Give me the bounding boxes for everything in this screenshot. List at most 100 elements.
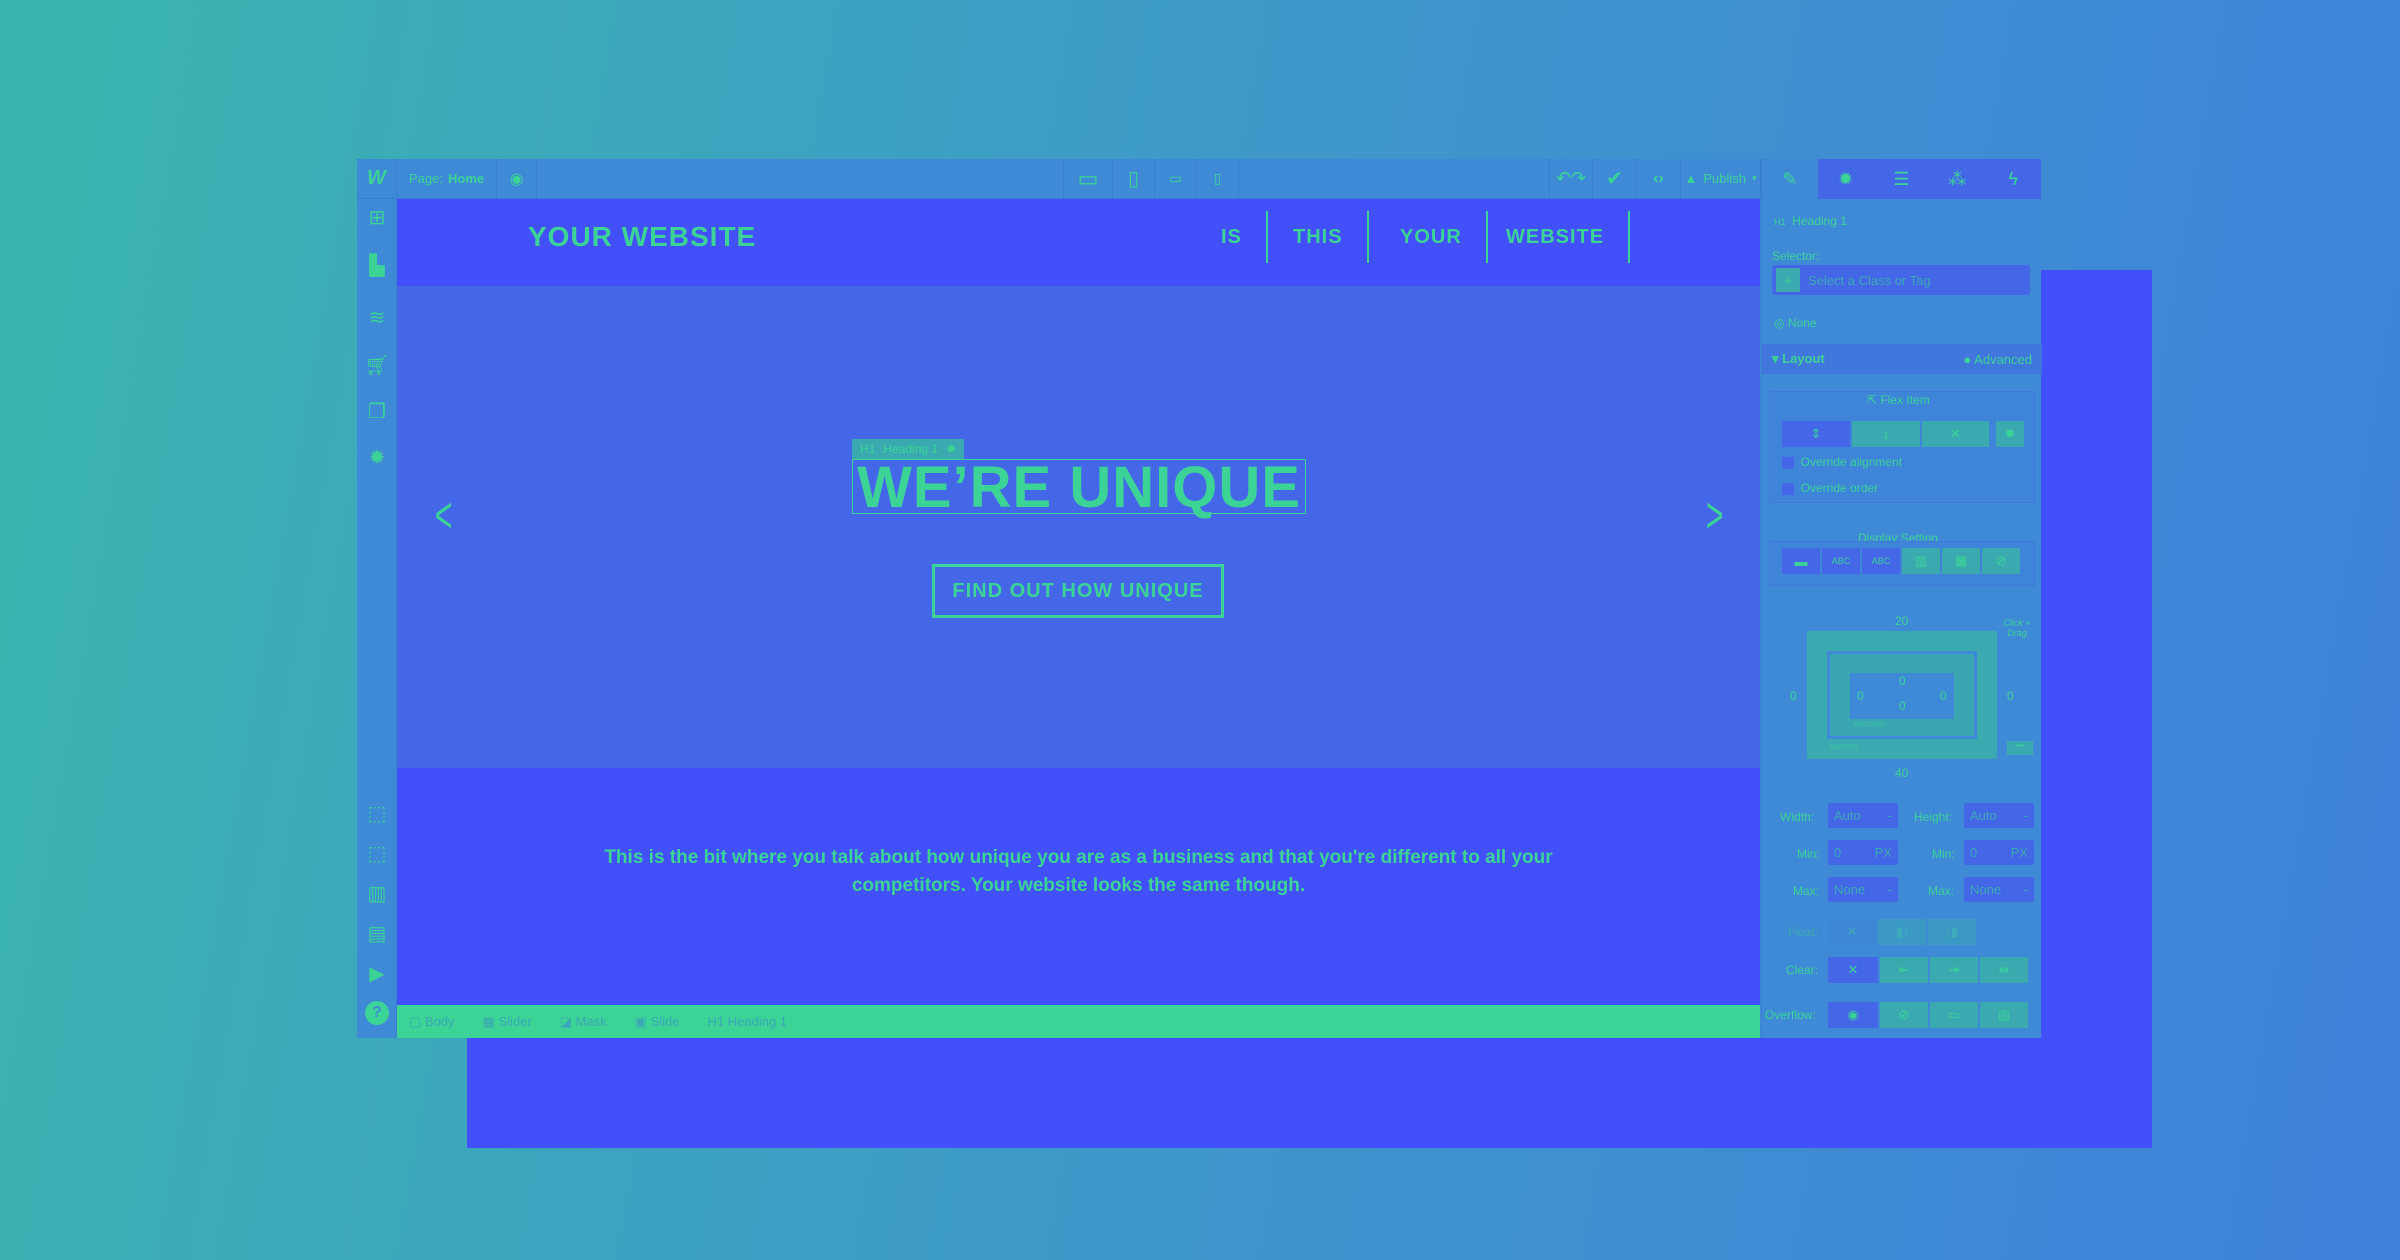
h1-tag: H1 (860, 442, 876, 456)
lightning-icon[interactable]: ϟ (1985, 159, 2041, 199)
override-order[interactable]: Override order (1782, 481, 1878, 495)
display-grid-icon[interactable]: ▦ (1942, 548, 1980, 574)
overflow-auto-icon[interactable]: ▥ (1980, 1002, 2028, 1028)
checkbox[interactable] (1782, 482, 1794, 495)
breadcrumb-mask[interactable]: ◪ Mask (560, 1014, 607, 1030)
min-width-input[interactable]: 0 PX (1828, 840, 1898, 865)
help-icon[interactable]: ? (365, 1001, 389, 1025)
max-width-value: None (1834, 882, 1866, 897)
select-element-icon[interactable]: ⬚ (365, 801, 389, 825)
cta-button[interactable]: FIND OUT HOW UNIQUE (932, 564, 1224, 618)
selector-label: Selector: (1772, 249, 1820, 263)
site-brand[interactable]: YOUR WEBSITE (528, 221, 756, 253)
design-canvas[interactable]: YOUR WEBSITE IS THIS YOUR WEBSITE < > H1… (397, 199, 1760, 1005)
mobile-landscape-icon[interactable]: ▭ (1155, 158, 1197, 199)
none-x-icon[interactable]: ✕ (1922, 421, 1989, 447)
display-flex-icon[interactable]: ▥ (1902, 548, 1940, 574)
cms-icon[interactable]: ≋ (365, 305, 389, 329)
video-icon[interactable]: ▶ (365, 961, 389, 985)
breadcrumb-heading[interactable]: H1 Heading 1 (708, 1014, 788, 1029)
audit-check-icon[interactable]: ✔ (1593, 158, 1637, 199)
xray-icon[interactable]: ▥ (365, 881, 389, 905)
overflow-hidden-icon[interactable]: ⊘ (1880, 1002, 1928, 1028)
tablet-icon[interactable]: ▯ (1113, 158, 1155, 199)
checkbox[interactable] (1782, 456, 1794, 469)
max-height-input[interactable]: None - (1964, 877, 2034, 902)
preview-eye-icon[interactable]: ◉ (497, 158, 538, 199)
navigator-icon[interactable]: ☰ (1874, 159, 1930, 199)
padding-bottom-value[interactable]: 0 (1899, 699, 1906, 713)
breadcrumb-body[interactable]: ▢ Body (409, 1014, 455, 1030)
margin-left-value[interactable]: 0 (1790, 689, 1797, 703)
overflow-visible-eye-icon[interactable]: ◉ (1828, 1002, 1878, 1028)
nav-link-your[interactable]: YOUR (1376, 211, 1488, 263)
checkbox-label: Override alignment (1800, 455, 1903, 469)
top-toolbar: W Page: Home ◉ ▭ ▯ ▭ ▯ ↶↷ ✔ ‹› ▲ Publish… (357, 158, 1761, 199)
pages-icon[interactable]: ▙ (365, 253, 389, 277)
width-input[interactable]: Auto - (1828, 803, 1898, 828)
style-brush-icon[interactable]: ✎ (1762, 159, 1818, 199)
shrink-icon[interactable]: ⇕ (1782, 421, 1850, 447)
breadcrumb-slider[interactable]: ▦ Slider (483, 1014, 532, 1030)
margin-top-value[interactable]: 20 (1895, 614, 1908, 628)
padding-left-value[interactable]: 0 (1857, 689, 1864, 703)
grow-icon[interactable]: ↕ (1852, 421, 1920, 447)
nav-link-this[interactable]: THIS (1269, 211, 1369, 263)
display-block-icon[interactable]: ▬ (1782, 548, 1820, 574)
body-paragraph[interactable]: This is the bit where you talk about how… (597, 844, 1560, 900)
interactions-icon[interactable]: ⁂ (1929, 159, 1985, 199)
max-width-label: Max: (1793, 884, 1820, 898)
webflow-logo[interactable]: W (357, 158, 397, 199)
settings-gear-icon[interactable]: ✹ (1818, 159, 1874, 199)
float-none-icon[interactable]: ✕ (1828, 919, 1876, 945)
show-edges-icon[interactable]: ⬚ (365, 841, 389, 865)
guides-icon[interactable]: ▤ (365, 921, 389, 945)
more-spacing-icon[interactable]: ••• (2007, 741, 2033, 755)
clear-none-icon[interactable]: ✕ (1828, 957, 1878, 983)
crumb-label: Body (424, 1013, 455, 1029)
element-header: H1 Heading 1 (1774, 214, 1847, 228)
slider-right-arrow-icon[interactable]: > (1706, 486, 1724, 544)
assets-icon[interactable]: ❐ (365, 399, 389, 423)
nav-link-is[interactable]: IS (1197, 211, 1268, 263)
overflow-label: Overflow: (1765, 1008, 1816, 1022)
margin-right-value[interactable]: 0 (2007, 689, 2014, 703)
display-none-icon[interactable]: ⊘ (1982, 548, 2020, 574)
clear-left-icon[interactable]: ⇤ (1880, 957, 1928, 983)
margin-bottom-value[interactable]: 40 (1895, 766, 1908, 780)
min-height-input[interactable]: 0 PX (1964, 840, 2034, 865)
clear-right-icon[interactable]: ⇥ (1930, 957, 1978, 983)
overflow-scroll-icon[interactable]: ▭ (1930, 1002, 1978, 1028)
layout-section-header[interactable]: ▾ Layout ● Advanced (1762, 344, 2042, 374)
page-selector[interactable]: Page: Home (397, 158, 498, 199)
max-width-input[interactable]: None - (1828, 877, 1898, 902)
mobile-portrait-icon[interactable]: ▯ (1197, 158, 1239, 199)
breadcrumb-slide[interactable]: ▣ Slide (635, 1014, 680, 1030)
float-right-icon[interactable]: ◨ (1928, 919, 1976, 945)
gear-icon[interactable]: ✹ (946, 442, 956, 456)
desktop-icon[interactable]: ▭ (1063, 158, 1113, 199)
custom-gear-icon[interactable]: ✹ (1996, 421, 2024, 447)
slider-left-arrow-icon[interactable]: < (435, 486, 453, 544)
override-alignment[interactable]: Override alignment (1782, 455, 1902, 469)
ecommerce-icon[interactable]: 🛒︎ (364, 353, 389, 377)
crumb-label: Mask (575, 1013, 607, 1029)
display-inline-block-icon[interactable]: ABC (1822, 548, 1860, 574)
breadcrumb: ▢ Body ▦ Slider ◪ Mask ▣ Slide H1 Headin… (397, 1005, 1760, 1038)
publish-button[interactable]: ▲ Publish ▾ (1681, 158, 1761, 199)
clear-both-icon[interactable]: ⇹ (1980, 957, 2028, 983)
add-icon[interactable]: ⊞ (365, 205, 389, 229)
padding-top-value[interactable]: 0 (1899, 674, 1906, 688)
add-class-icon[interactable]: + (1776, 268, 1800, 292)
hero-heading[interactable]: WE’RE UNIQUE (852, 459, 1306, 517)
undo-redo-icon[interactable]: ↶↷ (1549, 158, 1593, 199)
float-left-icon[interactable]: ◧ (1878, 919, 1926, 945)
advanced-toggle[interactable]: ● Advanced (1963, 352, 2032, 367)
code-icon[interactable]: ‹› (1637, 158, 1681, 199)
height-input[interactable]: Auto - (1964, 803, 2034, 828)
selector-input[interactable]: + Select a Class or Tag (1772, 265, 2030, 295)
padding-right-value[interactable]: 0 (1940, 689, 1947, 703)
display-inline-icon[interactable]: ABC (1862, 548, 1900, 574)
nav-link-website[interactable]: WEBSITE (1482, 211, 1631, 263)
settings-icon[interactable]: ✹ (365, 445, 389, 469)
